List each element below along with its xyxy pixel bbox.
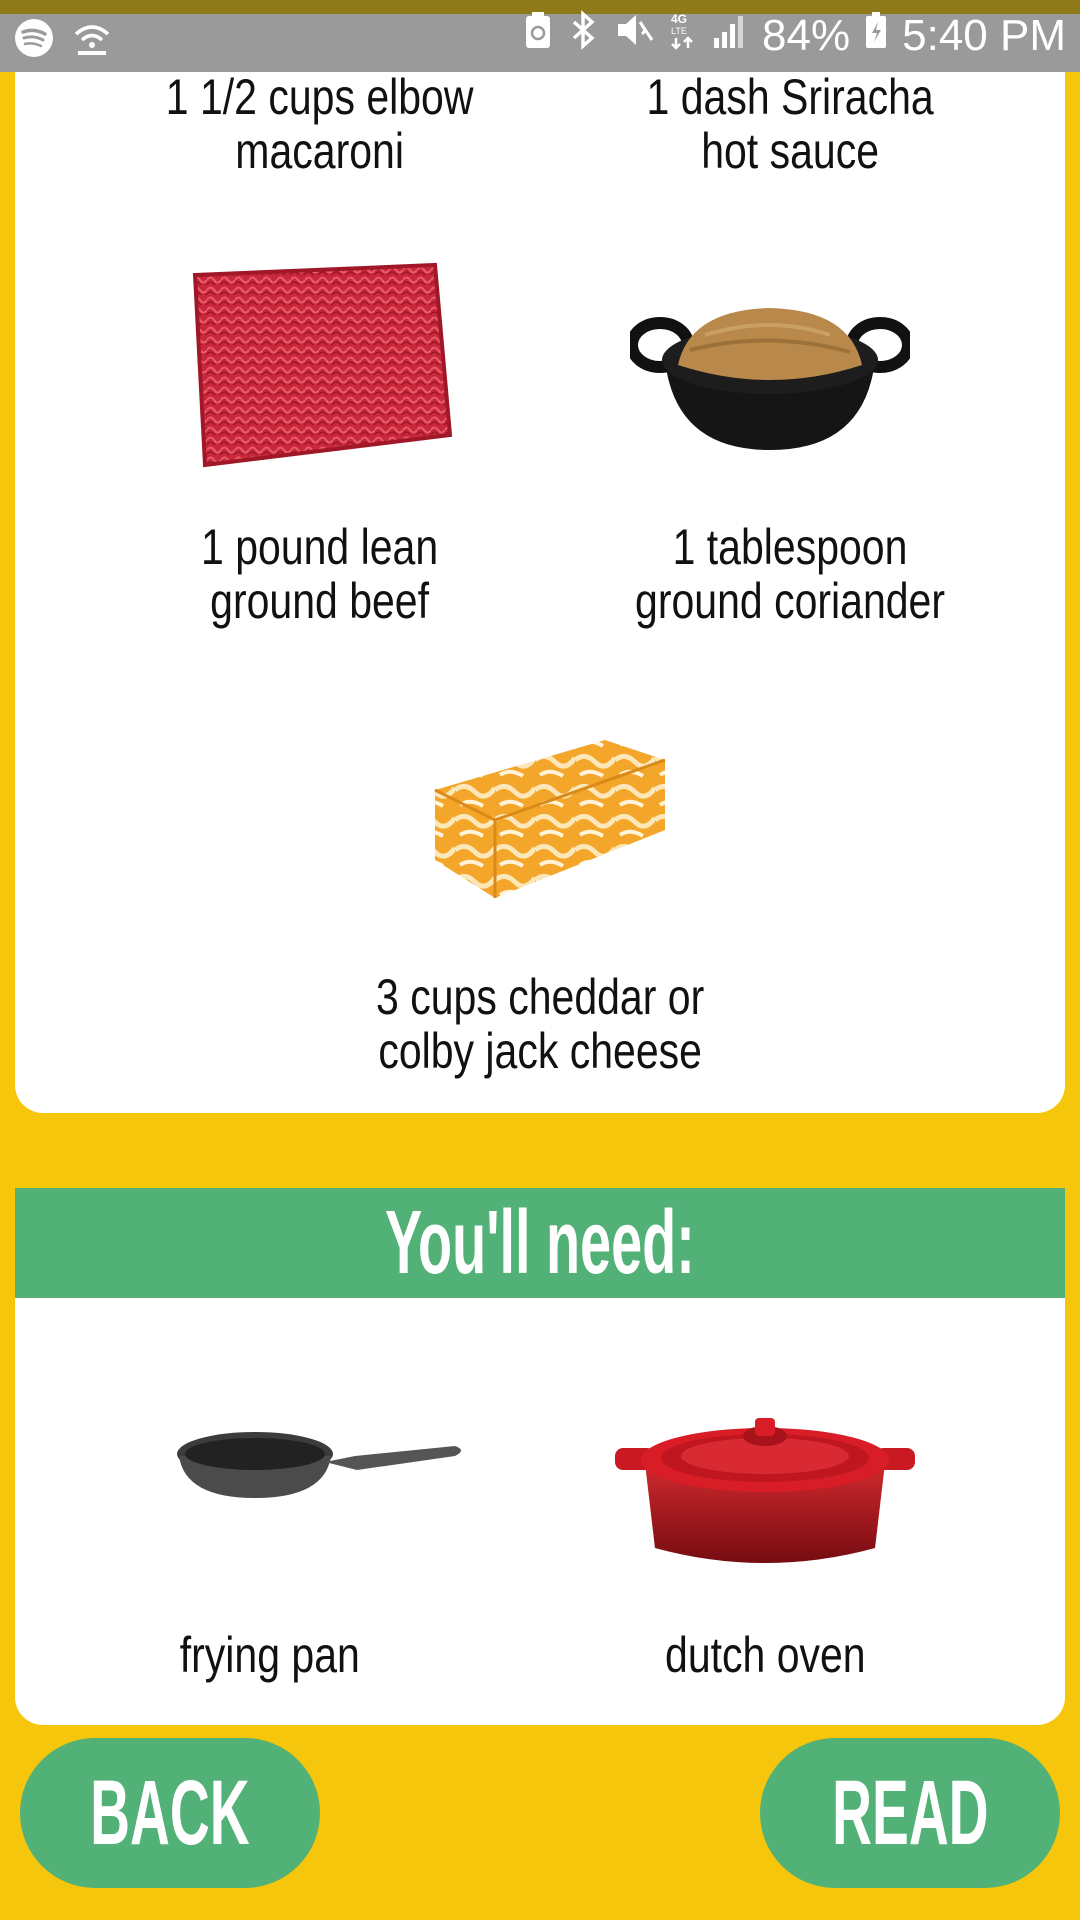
cheese-block-image — [415, 720, 675, 915]
ingredient-sriracha: 1 dash Sriracha hot sauce — [540, 70, 1040, 178]
coriander-bowl-image — [626, 290, 914, 475]
read-button[interactable]: READ — [760, 1738, 1060, 1888]
back-button[interactable]: BACK — [20, 1738, 320, 1888]
back-button-label: BACK — [90, 1761, 250, 1864]
tool-label: dutch oven — [664, 1627, 866, 1683]
tool-dutch-oven: dutch oven — [565, 1628, 965, 1682]
svg-text:4G: 4G — [671, 12, 687, 26]
svg-text:LTE: LTE — [671, 26, 687, 36]
ingredient-cheese: 3 cups cheddar or colby jack cheese — [290, 970, 790, 1078]
ingredient-label: 1 pound lean ground beef — [201, 519, 439, 629]
ingredients-card: 1 1/2 cups elbow macaroni 1 dash Srirach… — [15, 0, 1065, 1113]
dutch-oven-image — [615, 1408, 915, 1578]
tools-header: You'll need: — [15, 1188, 1065, 1298]
tool-frying-pan: frying pan — [70, 1628, 470, 1682]
ingredient-label: 1 tablespoon ground coriander — [635, 519, 945, 629]
wifi-hotspot-icon — [72, 18, 112, 63]
spotify-icon — [14, 18, 54, 63]
ingredient-label: 1 1/2 cups elbow macaroni — [166, 69, 474, 179]
clock: 5:40 PM — [902, 10, 1066, 60]
status-bar: 4G LTE 84% 5:40 PM — [0, 0, 1080, 72]
read-button-label: READ — [831, 1761, 989, 1864]
tools-card: You'll need: frying pan dutch oven — [15, 1188, 1065, 1725]
ingredient-coriander: 1 tablespoon ground coriander — [540, 520, 1040, 628]
frying-pan-image — [175, 1428, 465, 1513]
tools-header-text: You'll need: — [385, 1192, 695, 1293]
battery-charging-icon — [864, 10, 888, 61]
lte-icon: 4G LTE — [668, 10, 698, 61]
ground-beef-image — [165, 245, 465, 490]
ingredient-ground-beef: 1 pound lean ground beef — [70, 520, 570, 628]
ingredient-label: 3 cups cheddar or colby jack cheese — [375, 969, 705, 1079]
signal-icon — [712, 10, 748, 61]
recycle-icon — [524, 10, 552, 61]
ingredient-label: 1 dash Sriracha hot sauce — [646, 69, 934, 179]
tool-label: frying pan — [179, 1627, 361, 1683]
ingredient-macaroni: 1 1/2 cups elbow macaroni — [70, 70, 570, 178]
battery-percent: 84% — [762, 10, 851, 60]
bluetooth-icon — [566, 10, 600, 61]
mute-icon — [614, 10, 654, 61]
